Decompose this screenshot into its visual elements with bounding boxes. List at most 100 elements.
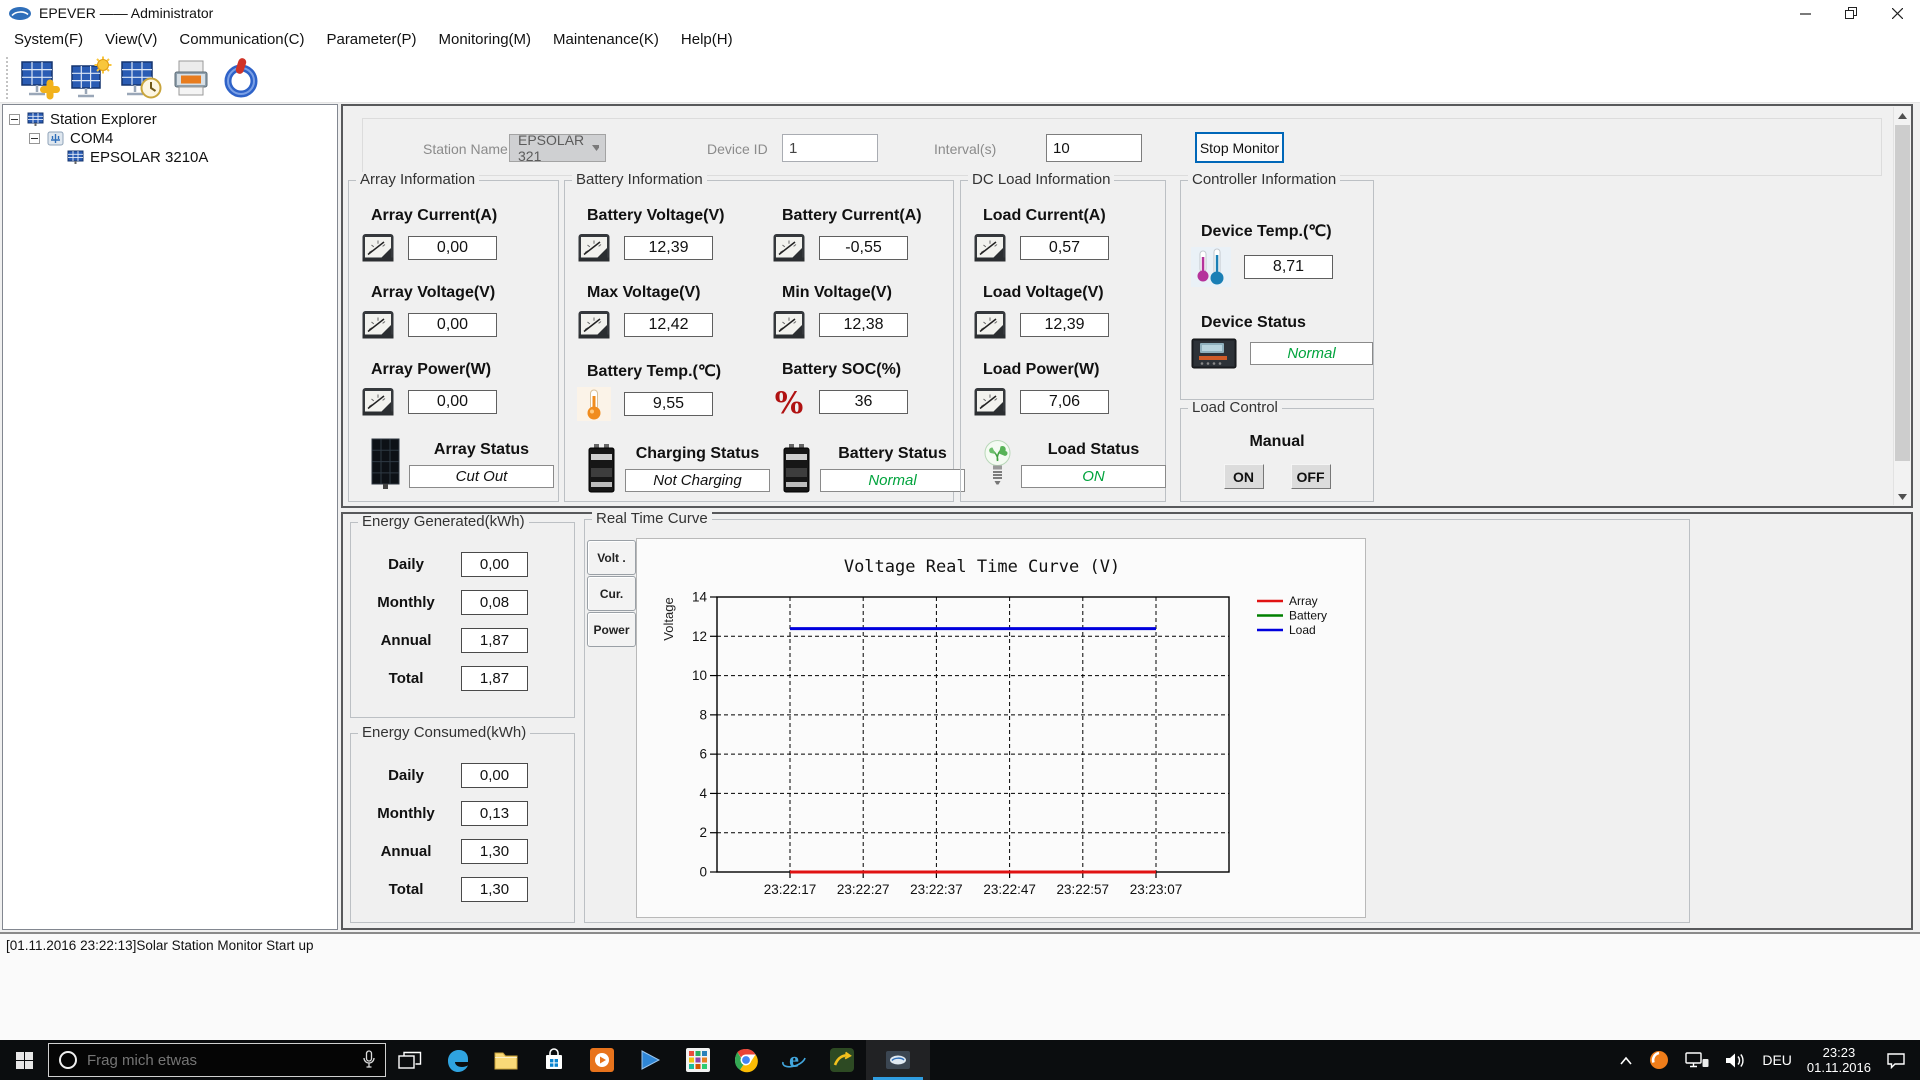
metric-row: -0,55	[772, 231, 967, 265]
svg-text:Array: Array	[1289, 594, 1318, 608]
file-explorer-button[interactable]	[482, 1040, 530, 1080]
chrome-button[interactable]	[722, 1040, 770, 1080]
close-button[interactable]	[1874, 0, 1920, 26]
energy-value: 1,30	[461, 839, 528, 864]
metric-battery-voltage-v-: Battery Voltage(V)12,39	[577, 207, 772, 265]
apps-grid-button[interactable]	[674, 1040, 722, 1080]
curve-tab-power[interactable]: Power	[587, 612, 636, 647]
energy-period-label: Annual	[351, 632, 461, 649]
device-temp-value: 8,71	[1244, 255, 1333, 279]
cortana-icon	[58, 1050, 78, 1070]
energy-row-total: Total1,87	[351, 666, 574, 691]
energy-value: 0,00	[461, 552, 528, 577]
microphone-icon[interactable]	[362, 1050, 376, 1070]
thermometer-icon	[577, 387, 611, 421]
energy-value: 1,87	[461, 666, 528, 691]
minimize-button[interactable]	[1782, 0, 1828, 26]
metric-battery-soc-: Battery SOC(%)%36	[772, 361, 967, 421]
interval-input[interactable]	[1046, 134, 1142, 162]
epever-tool-button[interactable]	[818, 1040, 866, 1080]
svg-text:%: %	[775, 386, 804, 419]
station-explorer-tree: Station ExplorerCOM4EPSOLAR 3210A	[2, 104, 338, 930]
controller-information-group: Controller Information Device Temp.(℃) 8…	[1180, 180, 1374, 400]
energy-value: 1,87	[461, 628, 528, 653]
menu-item-view[interactable]: View(V)	[94, 31, 168, 48]
menu-item-system[interactable]: System(F)	[3, 31, 94, 48]
taskbar-clock[interactable]: 23:23 01.11.2016	[1807, 1045, 1871, 1075]
power-icon	[219, 56, 263, 100]
energy-period-label: Annual	[351, 843, 461, 860]
svg-text:23:22:47: 23:22:47	[983, 882, 1036, 897]
tree-item-epsolar-3210a[interactable]: EPSOLAR 3210A	[3, 148, 337, 167]
store-button[interactable]	[530, 1040, 578, 1080]
metrics-list: Array Current(A)0,00Array Voltage(V)0,00…	[349, 181, 558, 490]
real-time-monitor-button[interactable]	[116, 54, 166, 102]
com-port-icon	[47, 131, 64, 146]
svg-text:23:22:27: 23:22:27	[837, 882, 890, 897]
status-value: Not Charging	[625, 469, 770, 492]
video-player-button[interactable]	[626, 1040, 674, 1080]
curve-tab-volt[interactable]: Volt .	[587, 540, 636, 575]
menu-item-monitoring[interactable]: Monitoring(M)	[428, 31, 543, 48]
add-station-button[interactable]	[16, 54, 66, 102]
svg-text:Voltage: Voltage	[661, 597, 676, 640]
curve-tabs: Volt .Cur.Power	[587, 540, 637, 648]
antivirus-tray-icon[interactable]	[1648, 1049, 1670, 1071]
menubar: System(F)View(V)Communication(C)Paramete…	[0, 26, 1920, 53]
metric-row: 12,42	[577, 308, 772, 342]
device-id-input[interactable]	[782, 134, 878, 162]
volume-tray-icon[interactable]	[1724, 1052, 1747, 1069]
status-value: Cut Out	[409, 465, 554, 488]
energy-value: 0,13	[461, 801, 528, 826]
task-view-button[interactable]	[386, 1040, 434, 1080]
load-on-button[interactable]: ON	[1224, 464, 1264, 489]
energy-value: 0,00	[461, 763, 528, 788]
curve-tab-cur[interactable]: Cur.	[587, 576, 636, 611]
menu-item-help[interactable]: Help(H)	[670, 31, 744, 48]
status-label: Charging Status	[636, 445, 760, 463]
load-off-button[interactable]: OFF	[1291, 464, 1331, 489]
scrollbar-thumb[interactable]	[1895, 125, 1910, 461]
status-label: Load Status	[1048, 441, 1140, 459]
menu-item-parameter[interactable]: Parameter(P)	[315, 31, 427, 48]
internet-explorer-button[interactable]: e	[770, 1040, 818, 1080]
tree-item-com4[interactable]: COM4	[3, 129, 337, 148]
monitor-header: Station Name EPSOLAR 321 Device ID Inter…	[362, 118, 1882, 176]
tray-expand-icon[interactable]	[1619, 1056, 1633, 1065]
menu-item-maintenance[interactable]: Maintenance(K)	[542, 31, 670, 48]
tree-expander-icon[interactable]	[9, 114, 20, 125]
svg-text:4: 4	[699, 786, 707, 801]
metric-label: Array Voltage(V)	[371, 284, 558, 302]
vertical-scrollbar[interactable]	[1893, 107, 1910, 505]
network-tray-icon[interactable]	[1685, 1051, 1709, 1069]
station-name-select[interactable]: EPSOLAR 321	[509, 134, 606, 162]
metric-value: 12,39	[624, 236, 713, 260]
tree-item-station-explorer[interactable]: Station Explorer	[3, 110, 337, 129]
action-center-icon[interactable]	[1886, 1051, 1906, 1069]
status-column: Battery StatusNormal	[820, 445, 965, 492]
edge-button[interactable]	[434, 1040, 482, 1080]
epever-monitor-taskbar-button[interactable]	[866, 1040, 930, 1080]
monitoring-panel: Station Name EPSOLAR 321 Device ID Inter…	[341, 104, 1913, 508]
start-button[interactable]	[0, 1040, 48, 1080]
printer-icon	[169, 56, 213, 100]
cortana-search-box[interactable]	[48, 1043, 386, 1077]
svg-text:Voltage Real Time Curve (V): Voltage Real Time Curve (V)	[844, 557, 1120, 577]
tree-expander-icon[interactable]	[29, 133, 40, 144]
internet-explorer-icon: e	[781, 1047, 807, 1073]
scroll-down-arrow-icon[interactable]	[1894, 488, 1910, 505]
status-battery-status: Battery StatusNormal	[780, 442, 967, 494]
menu-item-communication[interactable]: Communication(C)	[168, 31, 315, 48]
metric-battery-temp-: Battery Temp.(℃)9,55	[577, 361, 772, 421]
restore-button[interactable]	[1828, 0, 1874, 26]
media-player-button[interactable]	[578, 1040, 626, 1080]
station-info-button[interactable]	[66, 54, 116, 102]
status-column: Load StatusON	[1021, 441, 1166, 488]
search-input[interactable]	[87, 1052, 353, 1069]
keyboard-language[interactable]: DEU	[1762, 1052, 1792, 1068]
print-button[interactable]	[166, 54, 216, 102]
stop-monitor-button[interactable]: Stop Monitor	[1195, 132, 1284, 163]
metric-array-current-a-: Array Current(A)0,00	[361, 207, 558, 265]
scroll-up-arrow-icon[interactable]	[1894, 107, 1910, 124]
exit-button[interactable]	[216, 54, 266, 102]
